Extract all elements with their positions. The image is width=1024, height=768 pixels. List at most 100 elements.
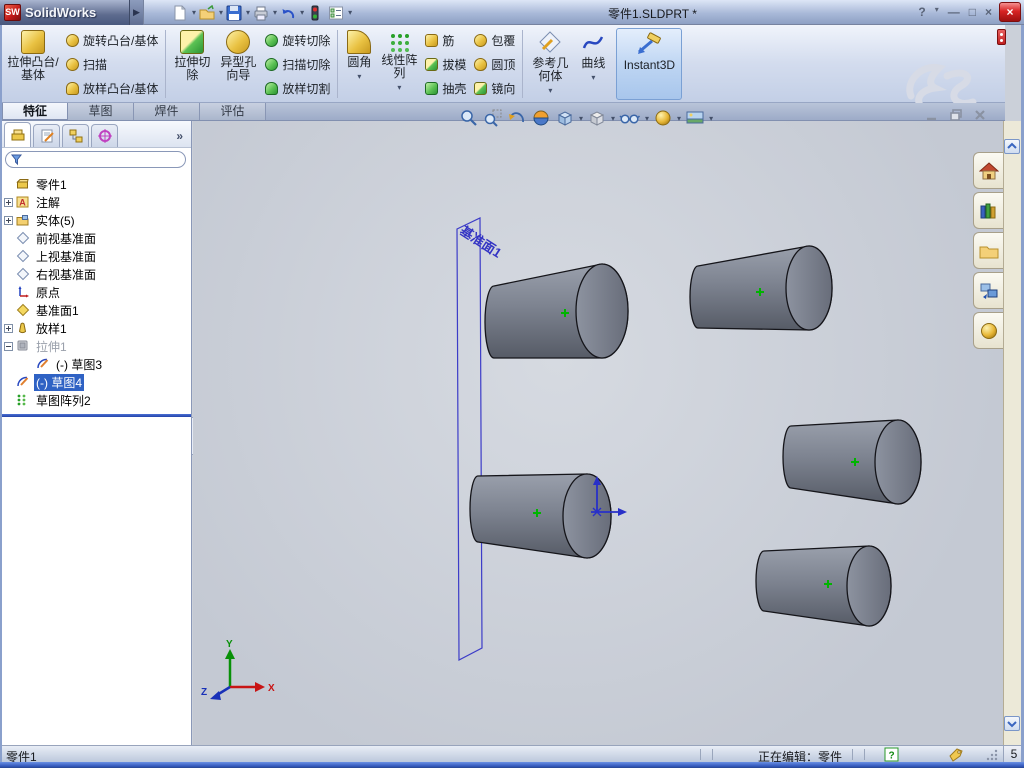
tab-features[interactable]: 特征 bbox=[2, 103, 68, 120]
linear-pattern-button[interactable]: 线性阵列 ▾ bbox=[377, 28, 421, 100]
help-dropdown[interactable]: ▾ bbox=[935, 5, 939, 19]
revolve-boss-button[interactable]: 旋转凸台/基体 bbox=[66, 31, 158, 49]
tree-item-sketch4[interactable]: (-) 草图4 bbox=[0, 373, 191, 391]
dome-button[interactable]: 圆顶 bbox=[474, 55, 515, 73]
panel-more-chevron[interactable]: » bbox=[176, 129, 189, 147]
close-button[interactable]: × bbox=[985, 5, 992, 19]
apply-scene-dropdown[interactable]: ▾ bbox=[709, 114, 713, 123]
reference-geometry-button[interactable]: 参考几何体 ▾ bbox=[526, 28, 574, 100]
section-view-button[interactable] bbox=[530, 107, 552, 129]
apply-scene-button[interactable] bbox=[684, 107, 706, 129]
mirror-button[interactable]: 镜向 bbox=[474, 79, 515, 97]
linear-pattern-dropdown[interactable]: ▾ bbox=[397, 81, 401, 94]
task-pane-collapse-button[interactable] bbox=[1004, 716, 1020, 731]
resources-tab[interactable] bbox=[973, 152, 1003, 189]
revolve-cut-button[interactable]: 旋转切除 bbox=[265, 31, 330, 49]
rebuild-button[interactable] bbox=[305, 4, 325, 22]
tree-item-top-plane[interactable]: 上视基准面 bbox=[0, 247, 191, 265]
dimxpert-manager-tab[interactable] bbox=[91, 124, 118, 147]
file-explorer-tab[interactable] bbox=[973, 232, 1003, 269]
tree-item-part[interactable]: 零件1 bbox=[0, 175, 191, 193]
options-button[interactable] bbox=[326, 4, 346, 22]
curves-dropdown[interactable]: ▾ bbox=[591, 71, 595, 84]
tree-item-origin[interactable]: 原点 bbox=[0, 283, 191, 301]
sweep-cut-button[interactable]: 扫描切除 bbox=[265, 55, 330, 73]
instant3d-button[interactable]: Instant3D bbox=[616, 28, 683, 100]
appearances-tab[interactable] bbox=[973, 312, 1003, 349]
configuration-manager-tab[interactable] bbox=[62, 124, 89, 147]
filter-input[interactable] bbox=[26, 153, 181, 166]
undo-button[interactable] bbox=[278, 4, 298, 22]
tree-item-annotations[interactable]: A 注解 bbox=[0, 193, 191, 211]
zoom-to-area-button[interactable] bbox=[482, 107, 504, 129]
rib-button[interactable]: 筋 bbox=[425, 31, 466, 49]
tree-item-loft1[interactable]: 放样1 bbox=[0, 319, 191, 337]
display-style-dropdown[interactable]: ▾ bbox=[611, 114, 615, 123]
task-pane-expand-button[interactable] bbox=[1004, 139, 1020, 154]
draft-button[interactable]: 拔模 bbox=[425, 55, 466, 73]
view-orientation-button[interactable] bbox=[554, 107, 576, 129]
minimize-button[interactable]: — bbox=[948, 5, 960, 19]
maximize-button[interactable]: □ bbox=[969, 5, 976, 19]
doc-close-button[interactable] bbox=[973, 108, 987, 122]
extrude-boss-button[interactable]: 拉伸凸台/基体 bbox=[4, 28, 62, 100]
open-document-button[interactable] bbox=[197, 4, 217, 22]
hole-wizard-button[interactable]: 异型孔向导 bbox=[215, 28, 261, 100]
close-app-button[interactable]: × bbox=[999, 2, 1021, 22]
edit-appearance-button[interactable] bbox=[652, 107, 674, 129]
reference-geometry-dropdown[interactable]: ▾ bbox=[548, 84, 552, 97]
save-button[interactable] bbox=[224, 4, 244, 22]
cone-body-3[interactable] bbox=[469, 473, 612, 559]
view-palette-tab[interactable] bbox=[973, 272, 1003, 309]
fillet-dropdown[interactable]: ▾ bbox=[357, 70, 361, 83]
tree-item-plane1[interactable]: 基准面1 bbox=[0, 301, 191, 319]
tree-item-solid-bodies[interactable]: 实体(5) bbox=[0, 211, 191, 229]
open-dropdown[interactable]: ▾ bbox=[219, 8, 223, 17]
zoom-to-fit-button[interactable] bbox=[458, 107, 480, 129]
expand-plus[interactable] bbox=[4, 323, 13, 333]
tab-weldments[interactable]: 焊件 bbox=[134, 103, 200, 120]
save-dropdown[interactable]: ▾ bbox=[246, 8, 250, 17]
cone-body-5[interactable] bbox=[755, 545, 892, 627]
extrude-cut-button[interactable]: 拉伸切除 bbox=[169, 28, 215, 100]
graphics-viewport[interactable]: 基准面1 Y X Z bbox=[193, 121, 1003, 745]
tree-item-sketch-pattern2[interactable]: 草图阵列2 bbox=[0, 391, 191, 409]
feature-manager-tab[interactable] bbox=[4, 122, 31, 147]
loft-cut-button[interactable]: 放样切割 bbox=[265, 79, 330, 97]
doc-minimize-button[interactable] bbox=[925, 108, 939, 122]
sweep-button[interactable]: 扫描 bbox=[66, 55, 158, 73]
loft-boss-button[interactable]: 放样凸台/基体 bbox=[66, 79, 158, 97]
previous-view-button[interactable] bbox=[506, 107, 528, 129]
tab-evaluate[interactable]: 评估 bbox=[200, 103, 266, 120]
hide-show-dropdown[interactable]: ▾ bbox=[645, 114, 649, 123]
property-manager-tab[interactable] bbox=[33, 124, 60, 147]
tab-sketch[interactable]: 草图 bbox=[68, 103, 134, 120]
fillet-button[interactable]: 圆角 ▾ bbox=[341, 28, 377, 100]
menu-expand-arrow[interactable]: ▶ bbox=[130, 0, 144, 25]
doc-restore-button[interactable] bbox=[949, 108, 963, 122]
tree-item-sketch3[interactable]: (-) 草图3 bbox=[0, 355, 191, 373]
tree-item-right-plane[interactable]: 右视基准面 bbox=[0, 265, 191, 283]
print-button[interactable] bbox=[251, 4, 271, 22]
design-library-tab[interactable] bbox=[973, 192, 1003, 229]
tree-item-extrude1[interactable]: 拉伸1 bbox=[0, 337, 191, 355]
options-dropdown[interactable]: ▾ bbox=[348, 8, 352, 17]
ribbon-overflow-button[interactable] bbox=[997, 29, 1006, 45]
help-button[interactable]: ? bbox=[918, 5, 925, 19]
view-orientation-dropdown[interactable]: ▾ bbox=[579, 114, 583, 123]
display-style-button[interactable] bbox=[586, 107, 608, 129]
expand-plus[interactable] bbox=[4, 215, 13, 225]
undo-dropdown[interactable]: ▾ bbox=[300, 8, 304, 17]
hide-show-items-button[interactable] bbox=[618, 107, 642, 129]
edit-appearance-dropdown[interactable]: ▾ bbox=[677, 114, 681, 123]
collapse-minus[interactable] bbox=[4, 341, 13, 351]
print-dropdown[interactable]: ▾ bbox=[273, 8, 277, 17]
new-dropdown[interactable]: ▾ bbox=[192, 8, 196, 17]
cone-body-1[interactable] bbox=[484, 263, 629, 359]
new-document-button[interactable] bbox=[170, 4, 190, 22]
reference-plane-outline[interactable] bbox=[456, 217, 483, 661]
curves-button[interactable]: 曲线 ▾ bbox=[574, 28, 612, 100]
wrap-button[interactable]: 包覆 bbox=[474, 31, 515, 49]
tree-splitter[interactable] bbox=[0, 414, 191, 417]
tree-item-front-plane[interactable]: 前视基准面 bbox=[0, 229, 191, 247]
